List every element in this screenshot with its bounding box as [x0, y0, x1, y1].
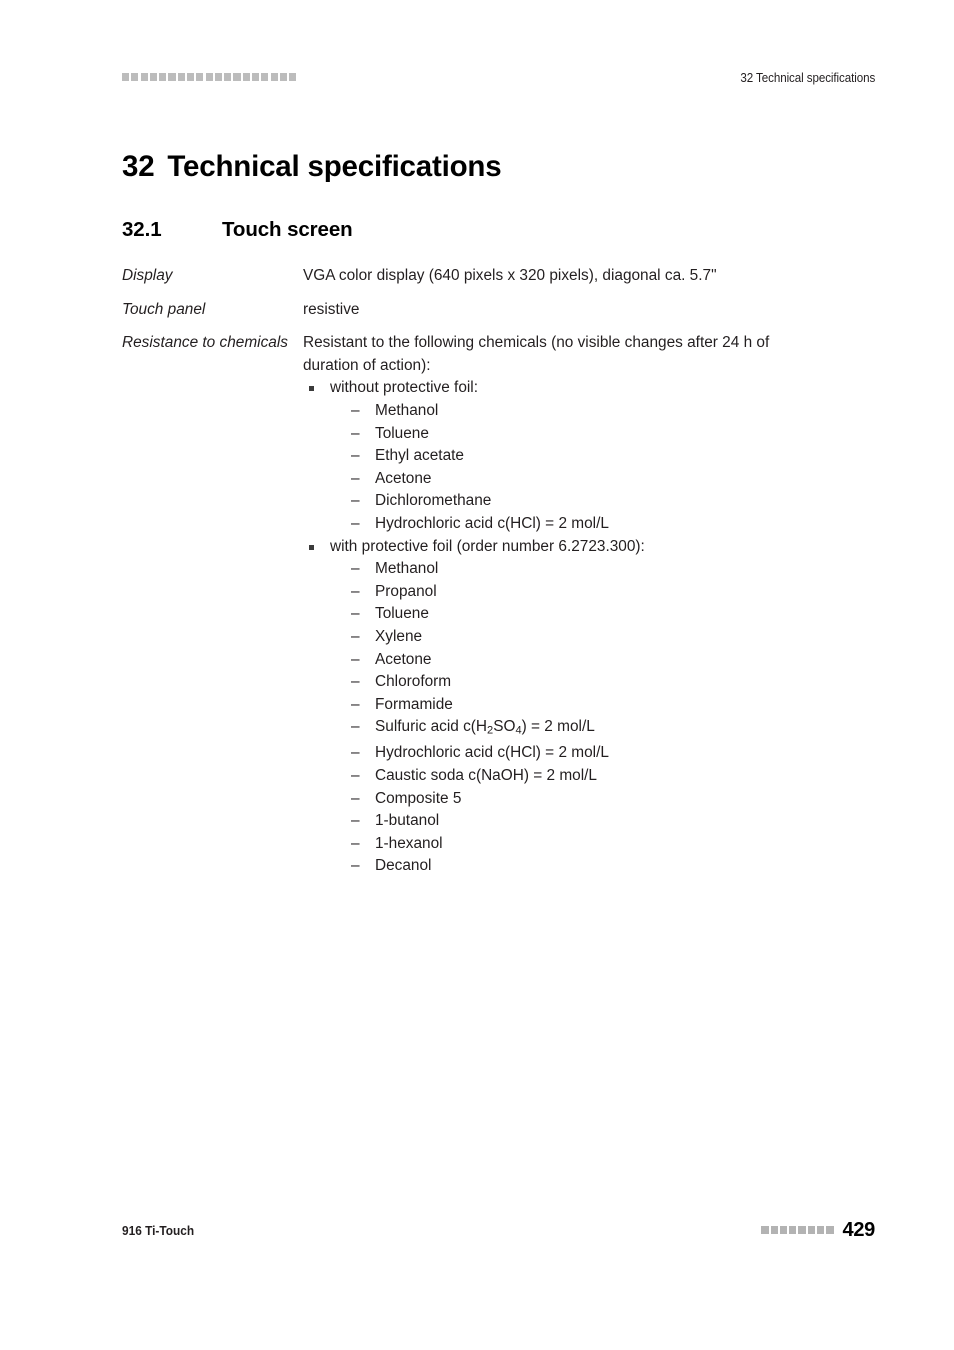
decoration-square — [761, 1226, 769, 1234]
decoration-square — [224, 73, 232, 81]
decoration-square — [177, 73, 185, 81]
chemical-item: Composite 5 — [330, 788, 882, 811]
chemical-item: Sulfuric acid c(H2SO4) = 2 mol/L — [330, 716, 882, 742]
chemical-group: with protective foil (order number 6.272… — [303, 536, 882, 878]
spec-row: Resistance to chemicals Resistant to the… — [122, 332, 882, 878]
spec-label: Display — [122, 267, 173, 284]
decoration-square — [279, 73, 287, 81]
chemical-item: Decanol — [330, 855, 882, 878]
section-heading: 32.1 Touch screen — [122, 218, 353, 242]
decoration-square — [270, 73, 278, 81]
specifications-table: Display VGA color display (640 pixels x … — [122, 265, 882, 889]
chemical-item: Hydrochloric acid c(HCl) = 2 mol/L — [330, 513, 882, 536]
decoration-square — [233, 73, 241, 81]
decoration-square — [789, 1226, 797, 1234]
decoration-square — [289, 73, 297, 81]
spec-value: resistive — [303, 300, 360, 318]
document-page: 32 Technical specifications 32 Technical … — [0, 0, 954, 1350]
spec-intro-text: Resistant to the following chemicals (no… — [303, 334, 770, 374]
decoration-square — [131, 73, 139, 81]
chapter-title-text: Technical specifications — [167, 150, 502, 183]
decoration-square — [196, 73, 204, 81]
chemical-item: Ethyl acetate — [330, 445, 882, 468]
spec-value: Resistant to the following chemicals (no… — [303, 332, 882, 878]
page-number: 429 — [842, 1218, 876, 1241]
running-header: 32 Technical specifications — [0, 64, 954, 90]
chemical-item: Acetone — [330, 468, 882, 491]
decoration-square — [122, 73, 130, 81]
chemical-groups-list: without protective foil:MethanolTolueneE… — [303, 377, 882, 878]
section-title-text: Touch screen — [222, 218, 353, 241]
decoration-square — [779, 1226, 788, 1234]
decoration-square — [807, 1226, 815, 1234]
spec-label: Touch panel — [122, 300, 206, 318]
chemical-group-heading: with protective foil (order number 6.272… — [330, 536, 882, 559]
chemical-item: Propanol — [330, 581, 882, 604]
spec-value: VGA color display (640 pixels x 320 pixe… — [303, 267, 717, 284]
chemical-item: Dichloromethane — [330, 490, 882, 513]
decoration-square — [817, 1226, 825, 1234]
chemical-item: Hydrochloric acid c(HCl) = 2 mol/L — [330, 742, 882, 765]
decoration-square — [205, 73, 213, 81]
chemical-item: 1-butanol — [330, 810, 882, 833]
section-number: 32.1 — [122, 218, 162, 241]
footer-document-name: 916 Ti-Touch — [122, 1222, 195, 1238]
chemical-group: without protective foil:MethanolTolueneE… — [303, 377, 882, 535]
chemical-items-list: MethanolPropanolTolueneXyleneAcetoneChlo… — [330, 558, 882, 878]
decoration-square — [798, 1226, 806, 1234]
chemical-item: 1-hexanol — [330, 833, 882, 856]
chemical-items-list: MethanolTolueneEthyl acetateAcetoneDichl… — [330, 400, 882, 536]
decoration-square — [251, 73, 260, 81]
spec-label: Resistance to chemicals — [122, 334, 288, 352]
running-header-title: 32 Technical specifications — [740, 69, 875, 85]
chapter-heading: 32 Technical specifications — [122, 150, 502, 184]
decoration-square — [214, 73, 222, 81]
chemical-item: Methanol — [330, 558, 882, 581]
decoration-square — [242, 73, 250, 81]
decoration-square — [826, 1226, 834, 1234]
footer-page-area: 429 — [761, 1219, 875, 1242]
chemical-item: Formamide — [330, 694, 882, 717]
spec-row: Display VGA color display (640 pixels x … — [122, 265, 882, 288]
footer-decoration-squares — [761, 1226, 834, 1234]
decoration-square — [261, 73, 269, 81]
chemical-item: Xylene — [330, 626, 882, 649]
header-decoration-squares — [122, 73, 297, 81]
chemical-item: Acetone — [330, 649, 882, 672]
chemical-item: Chloroform — [330, 671, 882, 694]
chapter-number: 32 — [122, 150, 155, 183]
decoration-square — [168, 73, 176, 81]
chemical-item: Methanol — [330, 400, 882, 423]
decoration-square — [149, 73, 158, 81]
decoration-square — [770, 1226, 778, 1234]
decoration-square — [140, 73, 148, 81]
running-footer: 916 Ti-Touch 429 — [0, 1218, 954, 1242]
chemical-item: Toluene — [330, 603, 882, 626]
decoration-square — [186, 73, 195, 81]
chemical-item: Caustic soda c(NaOH) = 2 mol/L — [330, 765, 882, 788]
chemical-group-heading: without protective foil: — [330, 377, 882, 400]
spec-row: Touch panel resistive — [122, 299, 882, 322]
chemical-item: Toluene — [330, 423, 882, 446]
decoration-square — [159, 73, 167, 81]
